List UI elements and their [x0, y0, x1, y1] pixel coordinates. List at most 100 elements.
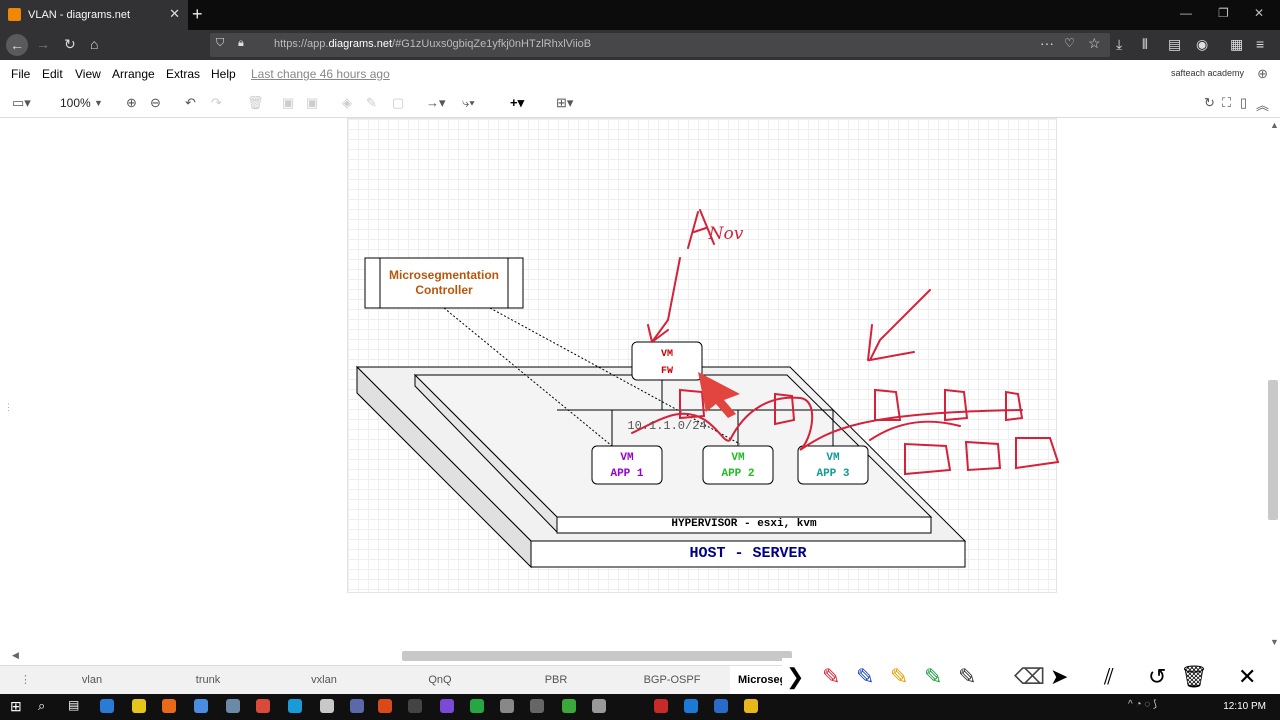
collapse-arrow-icon[interactable]: ❯	[786, 664, 804, 690]
app-icon-12[interactable]	[440, 699, 454, 713]
sheet-tab-pbr[interactable]: PBR	[498, 674, 614, 686]
connection-icon[interactable]: →▾	[426, 95, 446, 111]
app-icon-18[interactable]	[654, 699, 668, 713]
library-icon[interactable]: ⫴	[1142, 36, 1148, 53]
app-icon-7[interactable]	[288, 699, 302, 713]
menu-extras[interactable]: Extras	[166, 67, 200, 81]
zoom-out-icon[interactable]: ⊖	[150, 95, 161, 111]
account-icon[interactable]: ◉	[1196, 36, 1208, 53]
app-icon-16[interactable]	[562, 699, 576, 713]
horizontal-scrollbar[interactable]	[402, 651, 792, 661]
last-change-link[interactable]: Last change 46 hours ago	[251, 67, 390, 81]
forward-icon[interactable]: →	[36, 36, 50, 52]
close-palette-icon[interactable]: ✕	[1238, 664, 1256, 690]
menu-help[interactable]: Help	[211, 67, 236, 81]
browser-tab[interactable]: VLAN - diagrams.net ✕	[0, 0, 188, 30]
user-account[interactable]: safteach academy	[1171, 68, 1244, 78]
delete-icon[interactable]: 🗑︎	[247, 95, 264, 111]
sheet-tab-qnq[interactable]: QnQ	[382, 674, 498, 686]
bookmark-star-icon[interactable]: ☆	[1088, 35, 1101, 52]
menu-view[interactable]: View	[75, 67, 101, 81]
app-icon-1[interactable]	[100, 699, 114, 713]
sheet-tab-vxlan[interactable]: vxlan	[266, 674, 382, 686]
zoom-level[interactable]: 100%	[60, 96, 91, 110]
sync-icon[interactable]: ↻	[1204, 95, 1215, 111]
sheet-tab-bgp-ospf[interactable]: BGP-OSPF	[614, 674, 730, 686]
extensions-icon[interactable]: ▦	[1230, 36, 1243, 53]
search-icon[interactable]: ⌕	[38, 698, 45, 714]
url-bar[interactable]: ⛉ 🔒︎ https://app.diagrams.net/#G1zUuxs0g…	[210, 33, 1110, 57]
pen-blue-icon[interactable]: ✎	[856, 664, 874, 690]
pen-yellow-icon[interactable]: ✎	[890, 664, 908, 690]
app-icon-14[interactable]	[500, 699, 514, 713]
whatsapp-icon[interactable]	[470, 699, 484, 713]
app-icon-20[interactable]	[714, 699, 728, 713]
tab-close-icon[interactable]: ✕	[169, 6, 180, 22]
pen-green-icon[interactable]: ✎	[924, 664, 942, 690]
app-icon-6[interactable]	[256, 699, 270, 713]
sidebar-icon[interactable]: ▤	[1168, 36, 1181, 53]
pocket-icon[interactable]: ♡	[1064, 36, 1075, 50]
windows-start-icon[interactable]: ⊞	[10, 698, 22, 715]
sheet-tab-vlan[interactable]: vlan	[34, 674, 150, 686]
firefox-icon[interactable]	[162, 699, 176, 713]
waypoints-icon[interactable]: ⤷▾	[462, 95, 475, 111]
insert-icon[interactable]: +▾	[510, 95, 524, 111]
app-icon-11[interactable]	[408, 699, 422, 713]
format-panel-icon[interactable]: ▭▾	[12, 95, 31, 111]
scroll-down-icon[interactable]: ▼	[1270, 637, 1279, 647]
menu-arrange[interactable]: Arrange	[112, 67, 155, 81]
maximize-icon[interactable]: ❐	[1218, 6, 1229, 20]
highlighter-icon[interactable]: ✎	[958, 664, 976, 690]
zoom-in-icon[interactable]: ⊕	[126, 95, 137, 111]
menu-edit[interactable]: Edit	[42, 67, 63, 81]
undo-stroke-icon[interactable]: ↺	[1148, 664, 1166, 690]
reload-icon[interactable]: ↻	[64, 36, 76, 53]
fullscreen-icon[interactable]: ⛶	[1222, 95, 1231, 111]
app-icon-10[interactable]	[378, 699, 392, 713]
app-icon-2[interactable]	[132, 699, 146, 713]
sheet-tab-microseg[interactable]: Microseg	[730, 666, 790, 694]
app-icon-17[interactable]	[592, 699, 606, 713]
sheets-menu-icon[interactable]: ⋮	[20, 673, 31, 686]
home-icon[interactable]: ⌂	[90, 36, 98, 52]
menu-icon[interactable]: ≡	[1256, 36, 1264, 52]
app-icon-8[interactable]	[320, 699, 334, 713]
minimize-icon[interactable]: —	[1180, 6, 1192, 20]
scroll-left-icon[interactable]: ◀	[12, 650, 19, 661]
line-color-icon[interactable]: ✎	[366, 95, 377, 111]
table-icon[interactable]: ⊞▾	[556, 95, 573, 111]
line-tool-icon[interactable]: ⫽	[1104, 664, 1114, 690]
app-icon-15[interactable]	[530, 699, 544, 713]
scroll-up-icon[interactable]: ▲	[1270, 120, 1279, 130]
app-icon-4[interactable]	[194, 699, 208, 713]
trash-icon[interactable]: 🗑︎	[1180, 664, 1208, 690]
tray-icons[interactable]: ^ ◔ ◌ ⟆	[1128, 699, 1157, 710]
more-actions-icon[interactable]: ···	[1040, 35, 1054, 51]
task-view-icon[interactable]: ▤	[68, 698, 79, 712]
new-tab-icon[interactable]: +	[192, 4, 203, 25]
eraser-icon[interactable]: ⌫	[1014, 664, 1045, 690]
download-icon[interactable]: ⤓	[1116, 36, 1122, 53]
globe-icon[interactable]: ⊕	[1257, 66, 1268, 82]
cursor-icon[interactable]: ➤	[1050, 664, 1068, 690]
shadow-icon[interactable]: ▢	[392, 95, 404, 111]
app-icon-9[interactable]	[350, 699, 364, 713]
edge-icon[interactable]	[684, 699, 698, 713]
sidebar-toggle-icon[interactable]: ⋮	[4, 402, 13, 413]
to-back-icon[interactable]: ▣	[306, 95, 318, 111]
pen-red-icon[interactable]: ✎	[822, 664, 840, 690]
taskbar-clock[interactable]: 12:10 PM	[1223, 701, 1266, 712]
vertical-scrollbar[interactable]	[1268, 380, 1278, 520]
window-close-icon[interactable]: ✕	[1254, 6, 1264, 20]
fill-color-icon[interactable]: ◈	[342, 95, 352, 111]
collapse-icon[interactable]: ︽	[1256, 95, 1269, 114]
undo-icon[interactable]: ↶	[185, 95, 196, 111]
zoom-dropdown-icon[interactable]: ▼	[94, 98, 103, 108]
app-icon-5[interactable]	[226, 699, 240, 713]
to-front-icon[interactable]: ▣	[282, 95, 294, 111]
format-icon[interactable]: ▯	[1240, 95, 1247, 111]
back-icon[interactable]: ←	[6, 34, 28, 56]
menu-file[interactable]: File	[11, 67, 30, 81]
redo-icon[interactable]: ↷	[211, 95, 222, 111]
